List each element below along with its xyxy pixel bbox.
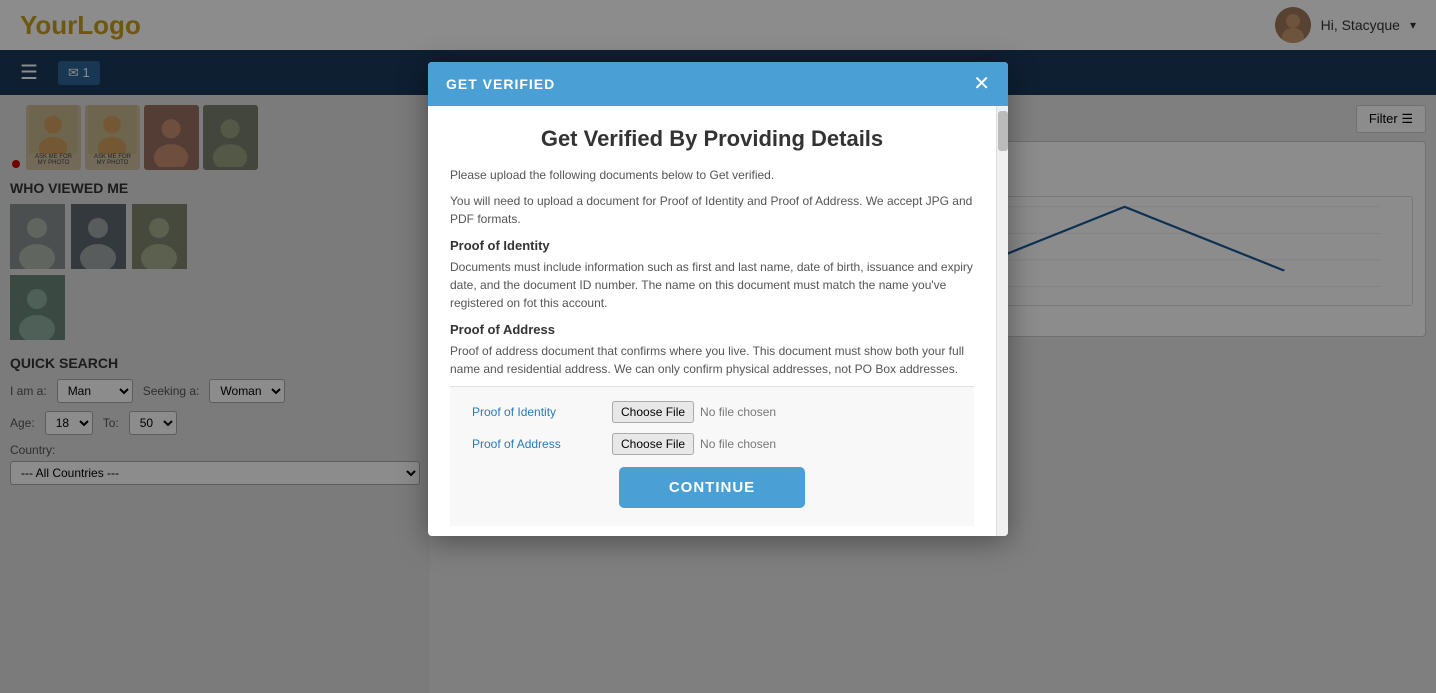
modal-intro-2: You will need to upload a document for P…: [450, 192, 974, 228]
proof-identity-heading: Proof of Identity: [450, 238, 974, 253]
modal-scrollbar[interactable]: [996, 106, 1008, 536]
modal-header: GET VERIFIED ✕: [428, 62, 1008, 106]
no-file-address-text: No file chosen: [700, 437, 776, 451]
no-file-identity-text: No file chosen: [700, 405, 776, 419]
file-row-address: Proof of Address Choose File No file cho…: [472, 433, 952, 455]
file-label-address: Proof of Address: [472, 437, 602, 451]
modal-main-title: Get Verified By Providing Details: [450, 126, 974, 152]
proof-identity-desc: Documents must include information such …: [450, 258, 974, 312]
choose-file-address-button[interactable]: Choose File: [612, 433, 694, 455]
modal-close-button[interactable]: ✕: [973, 74, 990, 94]
modal-header-title: GET VERIFIED: [446, 76, 555, 92]
file-input-identity: Choose File No file chosen: [612, 401, 776, 423]
file-upload-section: Proof of Identity Choose File No file ch…: [450, 386, 974, 526]
modal-intro-1: Please upload the following documents be…: [450, 166, 974, 184]
proof-address-desc: Proof of address document that confirms …: [450, 342, 974, 378]
choose-file-identity-button[interactable]: Choose File: [612, 401, 694, 423]
file-input-address: Choose File No file chosen: [612, 433, 776, 455]
modal-body: Get Verified By Providing Details Please…: [428, 106, 1008, 536]
file-row-identity: Proof of Identity Choose File No file ch…: [472, 401, 952, 423]
modal-scrollbar-thumb[interactable]: [998, 111, 1008, 151]
get-verified-modal: GET VERIFIED ✕ Get Verified By Providing…: [428, 62, 1008, 536]
continue-button[interactable]: CONTINUE: [619, 467, 805, 508]
modal-scroll-area[interactable]: Get Verified By Providing Details Please…: [428, 106, 996, 536]
proof-address-heading: Proof of Address: [450, 322, 974, 337]
file-label-identity: Proof of Identity: [472, 405, 602, 419]
